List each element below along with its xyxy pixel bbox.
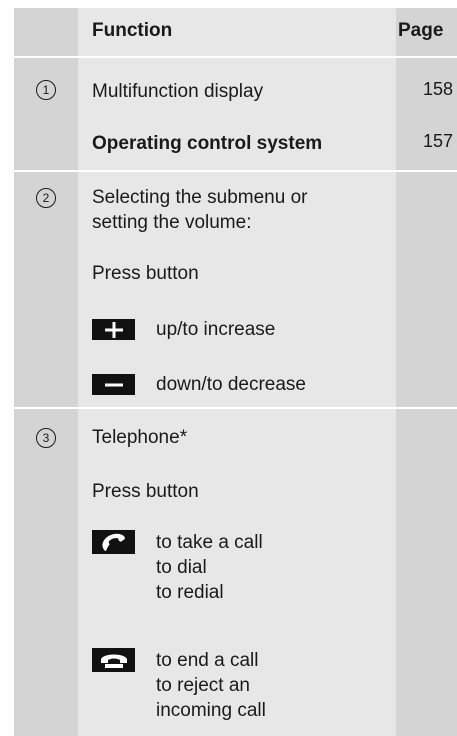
table-row: 3 Telephone* Press button to take a call… [14, 409, 457, 736]
phone-accept-icon [92, 530, 135, 554]
marker-3-icon: 3 [36, 428, 56, 448]
operating-control-page: 157 [422, 131, 453, 151]
decrease-label: down/to decrease [156, 374, 306, 395]
table-row: 1 Multifunction display 158 Operating co… [14, 58, 457, 170]
accept-line-2: to dial [156, 557, 207, 578]
press-button-text: Press button [92, 481, 199, 502]
marker-1-icon: 1 [36, 80, 56, 100]
end-line-1: to end a call [156, 650, 259, 671]
multifunction-display-label: Multifunction display [92, 81, 264, 102]
operating-control-label: Operating control system [92, 133, 323, 154]
header-page: Page [398, 20, 444, 41]
telephone-title: Telephone* [92, 427, 188, 448]
end-line-3: incoming call [156, 700, 266, 721]
table-header: Function Page [14, 8, 457, 56]
press-button-text: Press button [92, 263, 199, 284]
plus-icon [92, 319, 135, 340]
marker-2-icon: 2 [36, 188, 56, 208]
end-line-2: to reject an [156, 675, 250, 696]
accept-line-1: to take a call [156, 532, 263, 553]
header-function: Function [92, 20, 173, 41]
submenu-desc-line1: Selecting the submenu or [92, 187, 308, 208]
submenu-desc-line2: setting the volume: [92, 212, 252, 233]
minus-icon [92, 374, 135, 395]
increase-label: up/to increase [156, 319, 276, 340]
multifunction-display-page: 158 [422, 79, 453, 99]
phone-end-icon [92, 648, 135, 672]
header-col1 [14, 8, 78, 56]
accept-line-3: to redial [156, 582, 224, 603]
table-row: 2 Selecting the submenu or setting the v… [14, 172, 457, 407]
